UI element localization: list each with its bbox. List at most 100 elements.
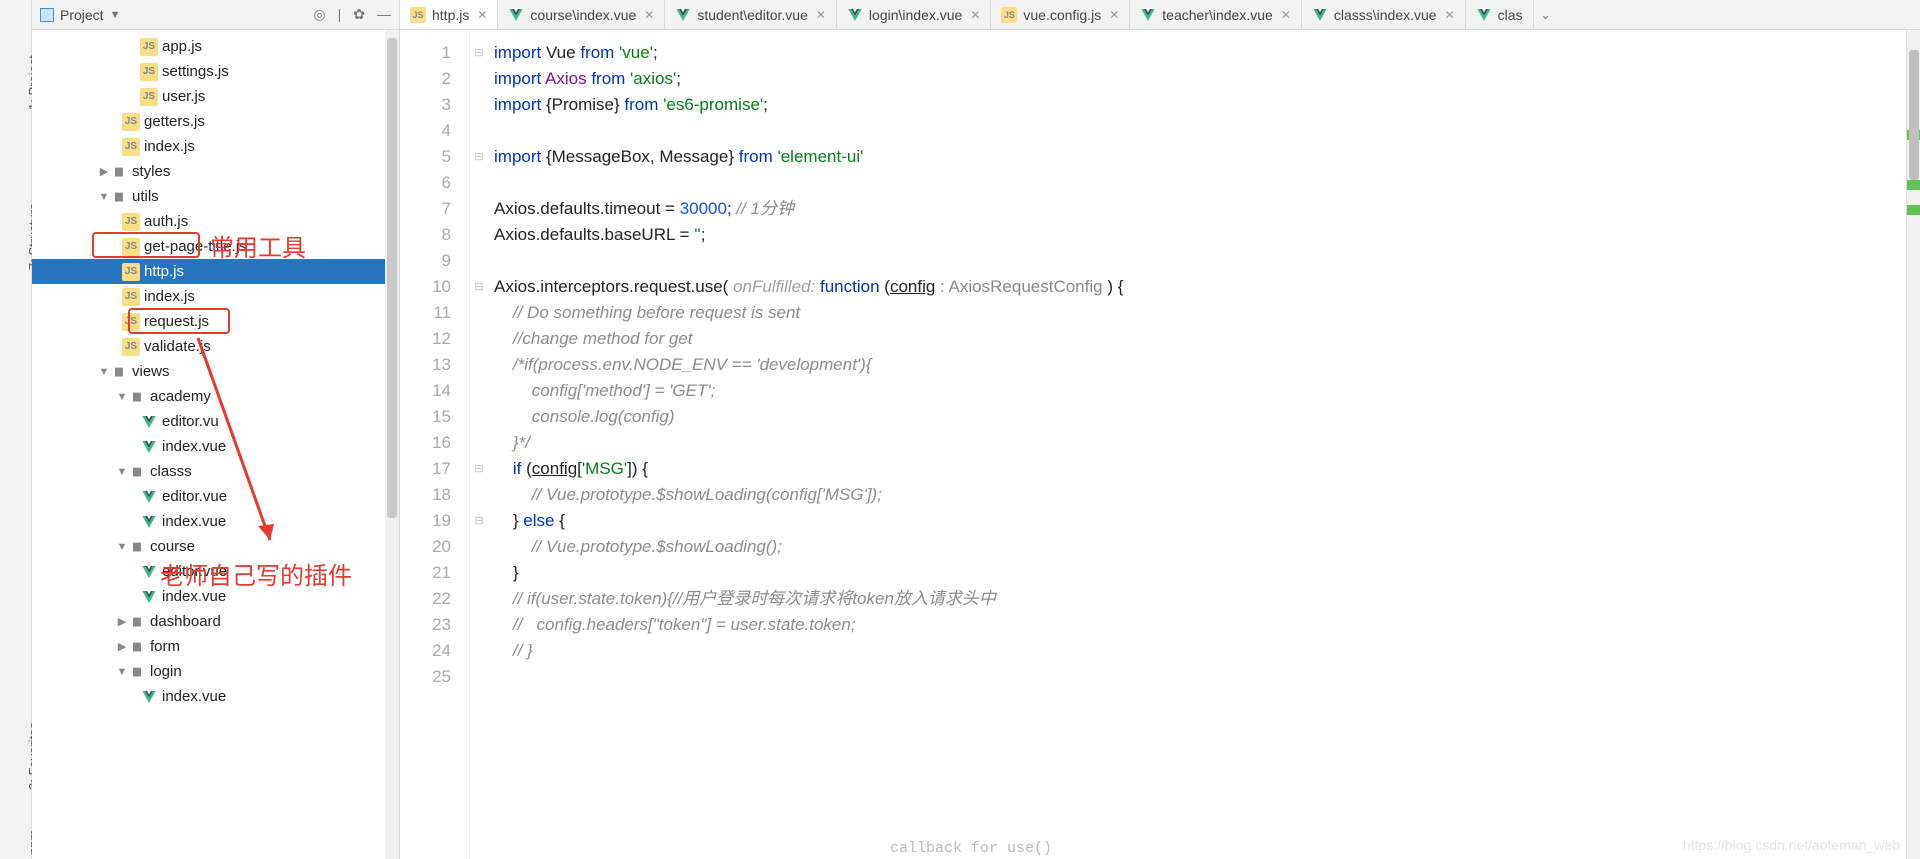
- vue-file-icon: [675, 7, 691, 23]
- tree-item-login[interactable]: ▼▆login: [32, 659, 399, 684]
- tree-item-request-js[interactable]: JSrequest.js: [32, 309, 399, 334]
- tree-item-index-vue[interactable]: index.vue: [32, 509, 399, 534]
- code-content[interactable]: import Vue from 'vue'; import Axios from…: [488, 30, 1920, 859]
- tab-close-icon[interactable]: ✕: [1281, 8, 1291, 22]
- tree-item-label: views: [132, 363, 170, 380]
- tree-item-app-js[interactable]: JSapp.js: [32, 34, 399, 59]
- expand-icon[interactable]: ▶: [116, 640, 128, 653]
- minimize-icon[interactable]: —: [377, 6, 391, 23]
- editor-area: JShttp.js✕course\index.vue✕student\edito…: [400, 0, 1920, 859]
- tree-item-index-js[interactable]: JSindex.js: [32, 284, 399, 309]
- vue-file-icon: [140, 438, 158, 456]
- tree-item-styles[interactable]: ▶▆styles: [32, 159, 399, 184]
- divider: |: [338, 6, 342, 23]
- js-file-icon: JS: [122, 113, 140, 131]
- tree-item-http-js[interactable]: JShttp.js: [32, 259, 399, 284]
- expand-icon[interactable]: ▶: [116, 615, 128, 628]
- scrollbar-thumb[interactable]: [1909, 50, 1919, 180]
- dropdown-icon[interactable]: ▼: [110, 9, 121, 21]
- tree-item-getters-js[interactable]: JSgetters.js: [32, 109, 399, 134]
- tab-close-icon[interactable]: ✕: [644, 8, 654, 22]
- tree-item-classs[interactable]: ▼▆classs: [32, 459, 399, 484]
- tree-item-editor-vu[interactable]: editor.vu: [32, 409, 399, 434]
- tab-classs-index-vue[interactable]: classs\index.vue✕: [1302, 0, 1466, 29]
- js-file-icon: JS: [122, 213, 140, 231]
- tree-item-label: get-page-title.js: [144, 238, 247, 255]
- project-tree[interactable]: JSapp.jsJSsettings.jsJSuser.jsJSgetters.…: [32, 30, 399, 709]
- tree-item-utils[interactable]: ▼▆utils: [32, 184, 399, 209]
- tab-login-index-vue[interactable]: login\index.vue ✕: [837, 0, 991, 29]
- tab-student-editor-vue[interactable]: student\editor.vue✕: [665, 0, 837, 29]
- tree-item-label: styles: [132, 163, 170, 180]
- tree-item-label: classs: [150, 463, 192, 480]
- vue-file-icon: [140, 563, 158, 581]
- tree-item-course[interactable]: ▼▆course: [32, 534, 399, 559]
- scroll-mark: [1907, 205, 1920, 215]
- sidebar-scrollbar[interactable]: [385, 30, 399, 859]
- expand-icon[interactable]: ▼: [116, 541, 128, 553]
- tree-item-index-vue[interactable]: index.vue: [32, 434, 399, 459]
- tree-item-label: index.vue: [162, 513, 226, 530]
- scrollbar-thumb[interactable]: [387, 38, 397, 518]
- tab-label: login\index.vue: [869, 7, 962, 23]
- tab-course-index-vue[interactable]: course\index.vue ✕: [498, 0, 665, 29]
- js-file-icon: JS: [140, 88, 158, 106]
- tabs-overflow-icon[interactable]: ⌄: [1534, 0, 1558, 29]
- tree-item-form[interactable]: ▶▆form: [32, 634, 399, 659]
- tree-item-index-js[interactable]: JSindex.js: [32, 134, 399, 159]
- tree-item-views[interactable]: ▼▆views: [32, 359, 399, 384]
- tab-close-icon[interactable]: ✕: [1445, 8, 1455, 22]
- expand-icon[interactable]: ▼: [98, 366, 110, 378]
- js-file-icon: JS: [122, 263, 140, 281]
- expand-icon[interactable]: ▶: [98, 165, 110, 178]
- tree-item-label: editor.vue: [162, 488, 227, 505]
- left-tool-strip: 1: Project 7: Structure 2: Favorites npm: [0, 0, 32, 859]
- tab-clas[interactable]: clas: [1466, 0, 1534, 29]
- tab-close-icon[interactable]: ✕: [1109, 8, 1119, 22]
- js-file-icon: JS: [122, 138, 140, 156]
- js-file-icon: JS: [1001, 7, 1017, 23]
- tree-item-validate-js[interactable]: JSvalidate.js: [32, 334, 399, 359]
- tab-close-icon[interactable]: ✕: [970, 8, 980, 22]
- line-gutter: 1 2 3 4 5 6 7 8 9 10 11 12 13 14 15 16 1…: [400, 30, 470, 859]
- tree-item-academy[interactable]: ▼▆academy: [32, 384, 399, 409]
- tree-item-label: auth.js: [144, 213, 188, 230]
- tree-item-user-js[interactable]: JSuser.js: [32, 84, 399, 109]
- tab-vue-config-js[interactable]: JSvue.config.js✕: [991, 0, 1130, 29]
- expand-icon[interactable]: ▼: [116, 466, 128, 478]
- vue-file-icon: [508, 7, 524, 23]
- tree-item-index-vue[interactable]: index.vue: [32, 684, 399, 709]
- tab-label: course\index.vue: [530, 7, 636, 23]
- tree-item-get-page-title-js[interactable]: JSget-page-title.js: [32, 234, 399, 259]
- expand-icon[interactable]: ▼: [116, 666, 128, 678]
- watermark: https://blog.csdn.net/aoteman_web: [1683, 837, 1900, 853]
- tree-item-settings-js[interactable]: JSsettings.js: [32, 59, 399, 84]
- settings-icon[interactable]: ✿: [353, 6, 365, 23]
- tree-item-index-vue[interactable]: index.vue: [32, 584, 399, 609]
- expand-icon[interactable]: ▼: [98, 191, 110, 203]
- tab-close-icon[interactable]: ✕: [477, 8, 487, 22]
- tab-label: clas: [1498, 7, 1523, 23]
- folder-icon: ▆: [128, 663, 146, 681]
- breadcrumb-hint: callback for use(): [890, 840, 1052, 857]
- editor-scrollbar[interactable]: [1906, 30, 1920, 859]
- project-sidebar: Project ▼ ◎ | ✿ — JSapp.jsJSsettings.jsJ…: [32, 0, 400, 859]
- expand-icon[interactable]: ▼: [116, 391, 128, 403]
- tree-item-label: form: [150, 638, 180, 655]
- tree-item-label: user.js: [162, 88, 205, 105]
- target-icon[interactable]: ◎: [313, 6, 325, 23]
- tab-http-js[interactable]: JShttp.js✕: [400, 0, 498, 29]
- tree-item-label: academy: [150, 388, 211, 405]
- tree-item-label: getters.js: [144, 113, 205, 130]
- code-editor[interactable]: 1 2 3 4 5 6 7 8 9 10 11 12 13 14 15 16 1…: [400, 30, 1920, 859]
- fold-column[interactable]: ⊟⊟⊟⊟⊟: [470, 30, 488, 859]
- js-file-icon: JS: [122, 238, 140, 256]
- sidebar-title[interactable]: Project: [60, 7, 104, 23]
- tree-item-editor-vue[interactable]: editor.vue: [32, 484, 399, 509]
- editor-tabbar: JShttp.js✕course\index.vue✕student\edito…: [400, 0, 1920, 30]
- tab-teacher-index-vue[interactable]: teacher\index.vue✕: [1130, 0, 1302, 29]
- tree-item-editor-vue[interactable]: editor.vue: [32, 559, 399, 584]
- tab-close-icon[interactable]: ✕: [816, 8, 826, 22]
- tree-item-dashboard[interactable]: ▶▆dashboard: [32, 609, 399, 634]
- tree-item-auth-js[interactable]: JSauth.js: [32, 209, 399, 234]
